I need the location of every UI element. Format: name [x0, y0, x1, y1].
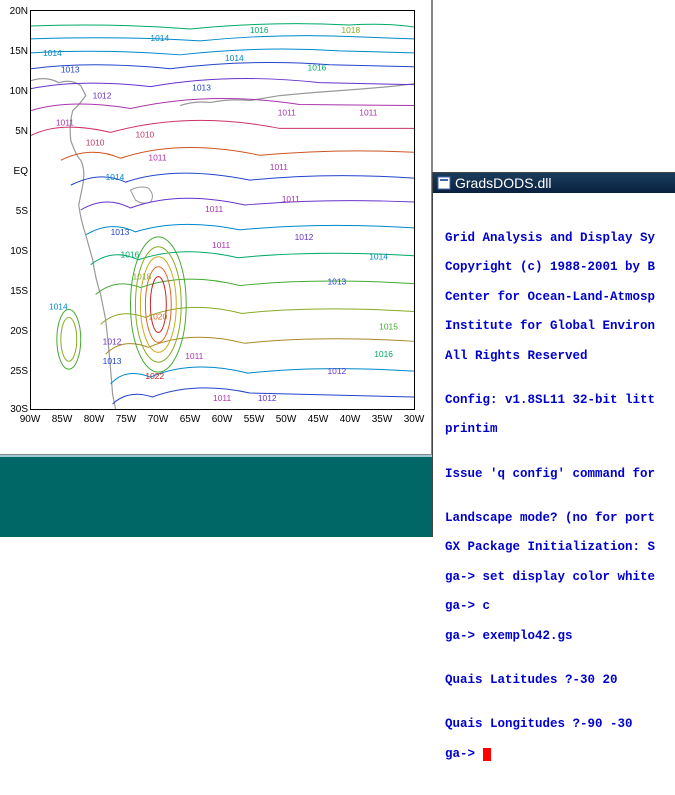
svg-text:1011: 1011 — [359, 107, 377, 117]
x-tick: 85W — [52, 414, 73, 425]
y-tick: 15S — [2, 286, 28, 297]
svg-text:1010: 1010 — [86, 137, 105, 147]
terminal-line: printim — [445, 422, 671, 437]
x-tick: 40W — [340, 414, 361, 425]
y-tick: 15N — [2, 46, 28, 57]
svg-text:1012: 1012 — [295, 232, 314, 242]
y-tick: 25S — [2, 366, 28, 377]
bottom-strip — [0, 455, 432, 537]
svg-text:1014: 1014 — [225, 53, 244, 63]
terminal-line: Quais Latitudes ?-30 20 — [445, 673, 671, 688]
svg-text:1013: 1013 — [61, 65, 80, 75]
terminal-body[interactable]: Grid Analysis and Display Sy Copyright (… — [433, 193, 675, 795]
terminal-line: Institute for Global Environ — [445, 319, 671, 334]
terminal-line: Issue 'q config' command for — [445, 467, 671, 482]
svg-text:1014: 1014 — [49, 301, 68, 311]
x-tick: 90W — [20, 414, 41, 425]
svg-text:1011: 1011 — [185, 351, 203, 361]
cursor — [483, 748, 491, 761]
svg-text:1014: 1014 — [369, 252, 388, 262]
y-tick: 20S — [2, 326, 28, 337]
terminal-line: Config: v1.8SL11 32-bit litt — [445, 393, 671, 408]
svg-text:1012: 1012 — [93, 91, 112, 101]
svg-text:1012: 1012 — [327, 366, 346, 376]
x-tick: 55W — [244, 414, 265, 425]
terminal-title: GradsDODS.dll — [455, 175, 551, 191]
map-panel: 1014 1013 1014 1016 1018 1014 1016 1012 … — [0, 0, 432, 455]
y-tick: 5S — [2, 206, 28, 217]
y-tick: EQ — [2, 166, 28, 177]
svg-text:1015: 1015 — [379, 321, 398, 331]
svg-text:1011: 1011 — [213, 393, 231, 403]
terminal-prompt-line[interactable]: ga-> — [445, 747, 671, 762]
svg-text:1010: 1010 — [135, 129, 154, 139]
svg-text:1013: 1013 — [327, 277, 346, 287]
svg-text:1011: 1011 — [270, 162, 288, 172]
svg-text:1016: 1016 — [374, 349, 393, 359]
terminal-line: Landscape mode? (no for port — [445, 511, 671, 526]
x-tick: 30W — [404, 414, 425, 425]
terminal-line: All Rights Reserved — [445, 349, 671, 364]
svg-text:1012: 1012 — [258, 393, 277, 403]
svg-text:1018: 1018 — [132, 272, 151, 282]
x-tick: 60W — [212, 414, 233, 425]
svg-text:1018: 1018 — [341, 25, 360, 35]
terminal-line: Grid Analysis and Display Sy — [445, 231, 671, 246]
x-tick: 50W — [276, 414, 297, 425]
svg-text:1016: 1016 — [308, 63, 327, 73]
svg-text:1016: 1016 — [121, 250, 140, 260]
terminal-line: Center for Ocean-Land-Atmosp — [445, 290, 671, 305]
svg-text:1011: 1011 — [282, 194, 300, 204]
y-tick: 10S — [2, 246, 28, 257]
svg-text:1012: 1012 — [103, 336, 122, 346]
svg-text:1011: 1011 — [212, 240, 230, 250]
svg-text:1014: 1014 — [150, 33, 169, 43]
terminal-line: ga-> exemplo42.gs — [445, 629, 671, 644]
svg-text:1014: 1014 — [43, 48, 62, 58]
y-tick: 20N — [2, 6, 28, 17]
prompt-text: ga-> — [445, 747, 483, 761]
y-tick: 5N — [2, 126, 28, 137]
svg-text:1011: 1011 — [278, 107, 296, 117]
contour-plot-svg: 1014 1013 1014 1016 1018 1014 1016 1012 … — [31, 11, 414, 409]
terminal-line: GX Package Initialization: S — [445, 540, 671, 555]
x-tick: 75W — [116, 414, 137, 425]
terminal-line: ga-> set display color white — [445, 570, 671, 585]
x-tick: 70W — [148, 414, 169, 425]
y-tick: 10N — [2, 86, 28, 97]
terminal-line: Quais Longitudes ?-90 -30 — [445, 717, 671, 732]
app-icon — [437, 176, 451, 190]
svg-text:1022: 1022 — [145, 371, 164, 381]
terminal-line: Copyright (c) 1988-2001 by B — [445, 260, 671, 275]
right-upper-blank — [432, 0, 675, 172]
svg-text:1013: 1013 — [103, 356, 122, 366]
svg-text:1020: 1020 — [148, 311, 167, 321]
svg-text:1013: 1013 — [111, 227, 130, 237]
terminal-titlebar[interactable]: GradsDODS.dll — [433, 173, 675, 193]
x-tick: 45W — [308, 414, 329, 425]
svg-text:1014: 1014 — [106, 172, 125, 182]
svg-text:1011: 1011 — [148, 152, 166, 162]
x-tick: 35W — [372, 414, 393, 425]
svg-text:1011: 1011 — [56, 117, 74, 127]
svg-text:1016: 1016 — [250, 25, 269, 35]
x-tick: 65W — [180, 414, 201, 425]
x-tick: 80W — [84, 414, 105, 425]
svg-text:1011: 1011 — [205, 204, 223, 214]
terminal-line: ga-> c — [445, 599, 671, 614]
contour-map: 1014 1013 1014 1016 1018 1014 1016 1012 … — [30, 10, 415, 410]
svg-text:1013: 1013 — [192, 83, 211, 93]
terminal-window[interactable]: GradsDODS.dll Grid Analysis and Display … — [432, 172, 675, 537]
